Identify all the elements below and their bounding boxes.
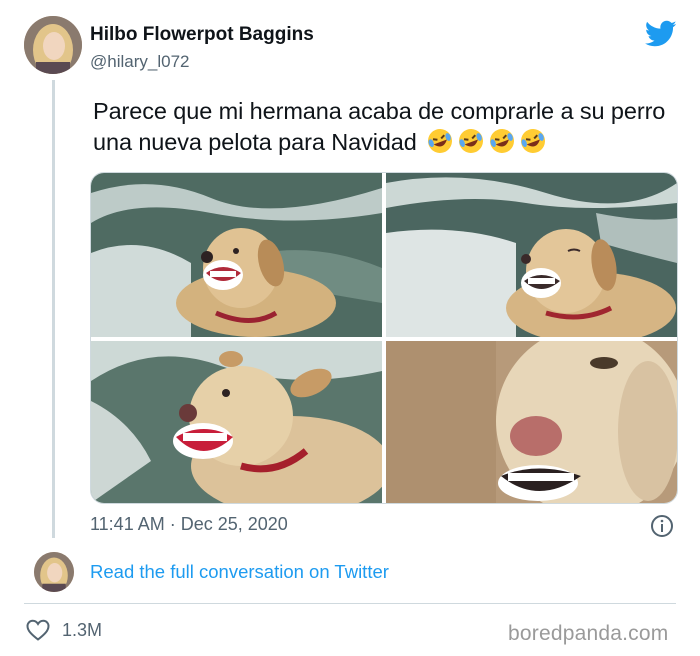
author-handle[interactable]: @hilary_l072 <box>90 52 189 72</box>
laughing-emoji-icon <box>521 129 546 153</box>
twitter-bird-icon[interactable] <box>645 20 677 48</box>
author-avatar[interactable] <box>24 16 82 74</box>
laughing-emoji-icon <box>490 129 515 153</box>
divider <box>24 603 676 604</box>
laughing-emoji-icon <box>459 129 484 153</box>
tweet-body: Parece que mi hermana acaba de comprarle… <box>93 98 666 155</box>
tweet-photo-4[interactable] <box>386 341 677 503</box>
author-name[interactable]: Hilbo Flowerpot Baggins <box>90 24 314 46</box>
tweet-text: Parece que mi hermana acaba de comprarle… <box>93 96 693 158</box>
tweet-photo-3[interactable] <box>91 341 382 503</box>
info-icon[interactable] <box>650 514 674 538</box>
laughing-emoji-icon <box>428 129 453 153</box>
thread-line <box>52 80 55 538</box>
emoji-group <box>423 129 547 155</box>
tweet-timestamp[interactable]: 11:41 AM · Dec 25, 2020 <box>90 514 288 535</box>
read-conversation-link[interactable]: Read the full conversation on Twitter <box>90 561 389 583</box>
media-grid <box>90 172 678 504</box>
tweet-photo-2[interactable] <box>386 173 677 337</box>
author-avatar-small[interactable] <box>34 552 74 592</box>
like-count: 1.3M <box>62 620 103 640</box>
watermark: boredpanda.com <box>508 622 669 645</box>
heart-icon[interactable] <box>26 619 50 641</box>
tweet-photo-1[interactable] <box>91 173 382 337</box>
